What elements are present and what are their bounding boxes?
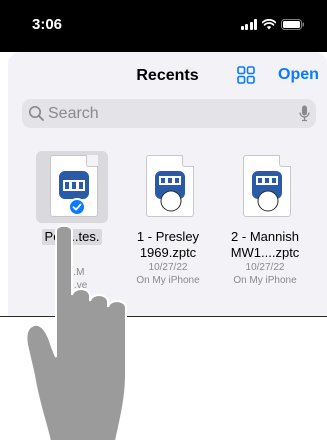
file-location: On My iPhone [233, 275, 297, 286]
file-date: 10/27/22 [245, 262, 285, 273]
file-thumbnail[interactable] [229, 151, 301, 223]
file-icon [243, 155, 291, 217]
file-item[interactable]: 2 - Mannish MW1....zptc 10/27/22 On My i… [215, 151, 315, 287]
file-thumbnail[interactable] [36, 151, 108, 223]
search-bar[interactable] [22, 99, 316, 128]
checkmark-icon [68, 198, 86, 216]
status-bar: 3:06 [0, 0, 327, 52]
search-icon [28, 105, 44, 121]
screen: 3:06 Recents Open Search 1 - Presley 196… [0, 0, 327, 441]
battery-icon [281, 19, 304, 30]
status-time: 3:06 [32, 16, 63, 33]
search-input[interactable] [48, 99, 288, 128]
file-thumbnail[interactable] [132, 151, 204, 223]
open-button[interactable]: Open [278, 66, 319, 84]
file-name-line-1: 2 - Mannish [231, 229, 299, 244]
microphone-icon[interactable] [299, 105, 310, 122]
signal-icon [240, 19, 257, 30]
grid-view-icon[interactable] [237, 66, 255, 84]
pointing-hand-icon [25, 225, 127, 441]
file-icon [146, 155, 194, 217]
status-icons [240, 19, 306, 30]
file-name-line-2: MW1....zptc [230, 245, 300, 260]
wifi-icon [262, 19, 276, 30]
